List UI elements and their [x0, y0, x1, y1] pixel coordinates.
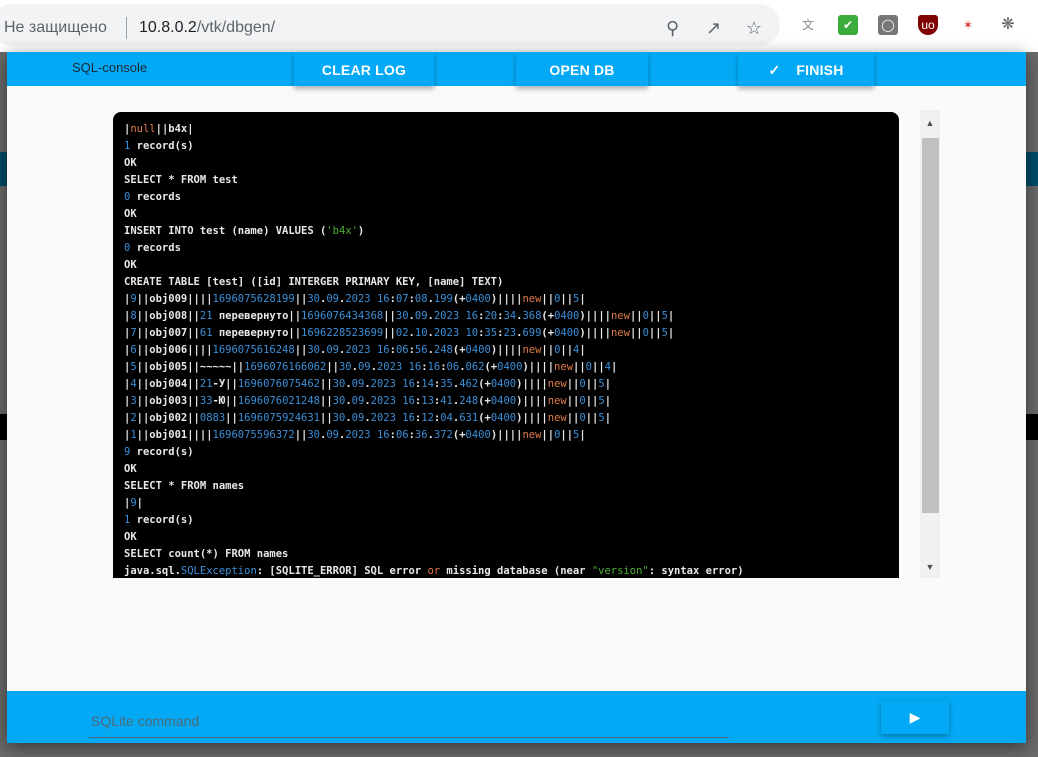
check-icon: ✓ — [768, 62, 781, 78]
console-line: 9 record(s) — [124, 446, 194, 458]
console-line: OK — [124, 157, 137, 169]
clear-log-button[interactable]: CLEAR LOG — [294, 52, 434, 86]
console-line: OK — [124, 531, 137, 543]
console-line: |8||obj008||21 перевернуто||169607643436… — [124, 310, 675, 322]
console-line: SELECT count(*) FROM names — [124, 548, 289, 560]
browser-toolbar: Не защищено 10.8.0.2/vtk/dbgen/ ⚲ ↗ ☆ 文 … — [0, 0, 1038, 52]
security-label[interactable]: Не защищено — [4, 19, 107, 37]
console-line: |1||obj001||||1696075596372||30.09.2023 … — [124, 429, 586, 441]
address-bar[interactable]: Не защищено 10.8.0.2/vtk/dbgen/ ⚲ ↗ ☆ — [0, 4, 780, 46]
url-text[interactable]: 10.8.0.2/vtk/dbgen/ — [139, 19, 275, 37]
console-line: OK — [124, 208, 137, 220]
console-line: |9||obj009||||1696075628199||30.09.2023 … — [124, 293, 586, 305]
star-extension-icon[interactable]: ✶ — [958, 15, 978, 35]
sqlite-command-input[interactable] — [89, 705, 729, 738]
scrollbar-thumb[interactable] — [922, 138, 939, 513]
share-icon[interactable]: ↗ — [706, 18, 721, 38]
console-line: |3||obj003||33-Ю||1696076021248||30.09.2… — [124, 395, 612, 407]
console-line: |7||obj007||61 перевернуто||169622852369… — [124, 327, 675, 339]
console-line: 1 record(s) — [124, 140, 194, 152]
console-line: 0 records — [124, 242, 181, 254]
translate-icon[interactable]: 文 — [798, 15, 818, 35]
sql-console-dialog: SQL-console CLEAR LOG OPEN DB ✓ FINISH |n… — [7, 52, 1026, 743]
bookmark-star-icon[interactable]: ☆ — [746, 18, 762, 38]
console-line: |4||obj004||21-У||1696076075462||30.09.2… — [124, 378, 612, 390]
puzzle-extensions-icon[interactable]: ❋ — [998, 15, 1018, 35]
command-bar: ▶ — [7, 691, 1026, 743]
console-line: CREATE TABLE [test] ([id] INTERGER PRIMA… — [124, 276, 504, 288]
console-line: |9| — [124, 497, 143, 509]
console-line: OK — [124, 259, 137, 271]
dialog-title: SQL-console — [72, 60, 148, 75]
console-line: |6||obj006||||1696075616248||30.09.2023 … — [124, 344, 586, 356]
play-icon: ▶ — [909, 709, 921, 725]
console-line: OK — [124, 463, 137, 475]
scroll-down-icon[interactable]: ▼ — [920, 560, 940, 574]
run-command-button[interactable]: ▶ — [881, 701, 949, 734]
ublock-icon[interactable]: uo — [918, 15, 938, 35]
open-db-button[interactable]: OPEN DB — [516, 52, 648, 86]
divider — [126, 17, 127, 39]
tab-extension-icon[interactable]: ◯ — [878, 15, 898, 35]
dialog-header: SQL-console CLEAR LOG OPEN DB ✓ FINISH — [7, 52, 1026, 86]
console-line: 1 record(s) — [124, 514, 194, 526]
console-line: 0 records — [124, 191, 181, 203]
console-scrollbar[interactable]: ▲ ▼ — [920, 110, 940, 578]
console-line: SELECT * FROM test — [124, 174, 238, 186]
zoom-icon[interactable]: ⚲ — [666, 18, 679, 38]
console-line: SELECT * FROM names — [124, 480, 245, 492]
console-line: |5||obj005||~~~~~||1696076166062||30.09.… — [124, 361, 618, 373]
console-log[interactable]: |null||b4x| 1 record(s) OK SELECT * FROM te… — [113, 112, 899, 578]
console-line: INSERT INTO test (name) VALUES ('b4x') — [124, 225, 365, 237]
scroll-up-icon[interactable]: ▲ — [920, 116, 940, 130]
console-line: java.sql.SQLException: [SQLITE_ERROR] SQ… — [124, 565, 744, 577]
console-line: |null||b4x| — [124, 123, 194, 135]
checkmark-extension-icon[interactable]: ✔ — [838, 15, 858, 35]
finish-button[interactable]: ✓ FINISH — [738, 52, 874, 86]
finish-label: FINISH — [796, 62, 844, 78]
console-line: |2||obj002||0883||1696075924631||30.09.2… — [124, 412, 612, 424]
